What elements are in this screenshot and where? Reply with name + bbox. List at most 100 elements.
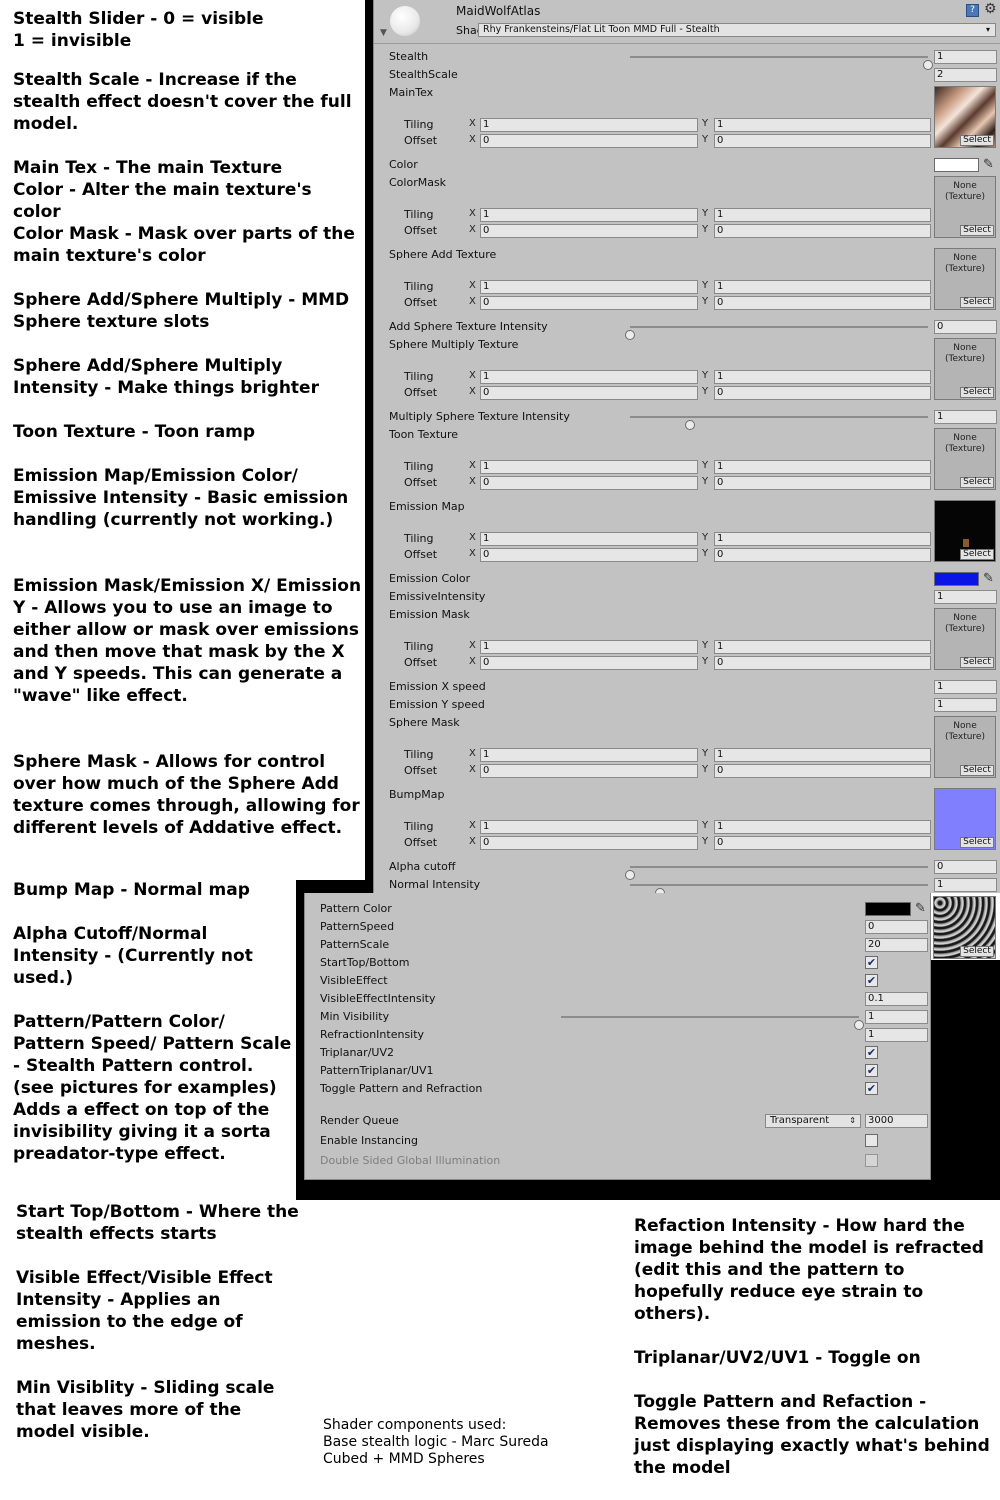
tiling-label: Tiling: [404, 370, 434, 383]
tiling-y-field[interactable]: 1: [714, 208, 931, 222]
emission-x-field[interactable]: 1: [934, 680, 997, 694]
alpha-cutoff-slider[interactable]: [625, 866, 928, 880]
eyedropper-icon[interactable]: ✎: [983, 571, 994, 586]
double-sided-gi-checkbox: [865, 1154, 878, 1167]
start-top-bottom-checkbox[interactable]: ✔: [865, 956, 878, 969]
stealth-value-field[interactable]: 1: [934, 50, 997, 64]
gear-icon[interactable]: ⚙: [984, 1, 997, 17]
offset-y-field[interactable]: 0: [714, 836, 931, 850]
tiling-x-field[interactable]: 1: [480, 748, 698, 762]
tiling-y-field[interactable]: 1: [714, 820, 931, 834]
tiling-y-field[interactable]: 1: [714, 748, 931, 762]
tiling-y-field[interactable]: 1: [714, 640, 931, 654]
foldout-arrow-icon[interactable]: ▼: [380, 28, 387, 38]
note-sphere-mask: Sphere Mask - Allows for control over ho…: [13, 752, 360, 838]
alpha-cutoff-field[interactable]: 0: [934, 860, 997, 874]
visible-effect-checkbox[interactable]: ✔: [865, 974, 878, 987]
tiling-x-field[interactable]: 1: [480, 280, 698, 294]
refraction-intensity-field[interactable]: 1: [865, 1028, 928, 1042]
offset-x-field[interactable]: 0: [480, 548, 698, 562]
pattern-color-swatch[interactable]: [865, 902, 911, 916]
shader-dropdown[interactable]: Rhy Frankensteins/Flat Lit Toon MMD Full…: [478, 23, 996, 37]
offset-label: Offset: [404, 134, 438, 147]
tiling-x-field[interactable]: 1: [480, 460, 698, 474]
pattern-scale-field[interactable]: 20: [865, 938, 928, 952]
eyedropper-icon[interactable]: ✎: [915, 901, 926, 916]
bumpmap-label: BumpMap: [389, 788, 445, 801]
tiling-label: Tiling: [404, 532, 434, 545]
tiling-label: Tiling: [404, 640, 434, 653]
panel-shadow: [296, 1180, 1000, 1200]
slider-thumb[interactable]: [625, 330, 635, 340]
note-main-tex: Main Tex - The main Texture Color - Alte…: [13, 158, 355, 266]
color-swatch[interactable]: [934, 158, 979, 172]
tiling-y-field[interactable]: 1: [714, 532, 931, 546]
x-label: X: [469, 548, 476, 559]
toggle-pattern-checkbox[interactable]: ✔: [865, 1082, 878, 1095]
tiling-label: Tiling: [404, 208, 434, 221]
offset-y-field[interactable]: 0: [714, 134, 931, 148]
pattern-triplanar-checkbox[interactable]: ✔: [865, 1064, 878, 1077]
none-texture-label: None (Texture): [945, 433, 985, 454]
x-label: X: [469, 118, 476, 129]
x-label: X: [469, 370, 476, 381]
offset-y-field[interactable]: 0: [714, 764, 931, 778]
slider-thumb[interactable]: [684, 420, 695, 430]
add-sphere-intensity-field[interactable]: 0: [934, 320, 997, 334]
stealth-slider[interactable]: [630, 56, 933, 70]
stealth-scale-field[interactable]: 2: [934, 68, 997, 82]
offset-x-field[interactable]: 0: [480, 836, 698, 850]
stealth-row: Stealth 1: [374, 48, 1000, 70]
offset-x-field[interactable]: 0: [480, 134, 698, 148]
offset-x-field[interactable]: 0: [480, 386, 698, 400]
add-sphere-intensity-row: Add Sphere Texture Intensity 0: [374, 318, 1000, 340]
offset-y-field[interactable]: 0: [714, 296, 931, 310]
visible-effect-intensity-field[interactable]: 0.1: [865, 992, 928, 1006]
add-sphere-intensity-slider[interactable]: [625, 326, 928, 340]
tiling-x-field[interactable]: 1: [480, 820, 698, 834]
pattern-slot[interactable]: Select: [933, 896, 996, 959]
emission-y-field[interactable]: 1: [934, 698, 997, 712]
tiling-label: Tiling: [404, 820, 434, 833]
eyedropper-icon[interactable]: ✎: [983, 157, 994, 172]
tiling-x-field[interactable]: 1: [480, 208, 698, 222]
tiling-x-field[interactable]: 1: [480, 370, 698, 384]
offset-x-field[interactable]: 0: [480, 224, 698, 238]
render-queue-field[interactable]: 3000: [865, 1114, 928, 1128]
offset-x-field[interactable]: 0: [480, 476, 698, 490]
offset-y-field[interactable]: 0: [714, 386, 931, 400]
triplanar-checkbox[interactable]: ✔: [865, 1046, 878, 1059]
x-label: X: [469, 296, 476, 307]
color-label: Color: [389, 158, 418, 171]
offset-x-field[interactable]: 0: [480, 656, 698, 670]
min-visibility-slider[interactable]: [561, 1016, 864, 1030]
x-label: X: [469, 764, 476, 775]
select-button[interactable]: Select: [960, 946, 994, 957]
tiling-x-field[interactable]: 1: [480, 532, 698, 546]
offset-y-field[interactable]: 0: [714, 656, 931, 670]
tiling-y-field[interactable]: 1: [714, 118, 931, 132]
book-help-icon[interactable]: ?: [966, 4, 979, 17]
offset-x-field[interactable]: 0: [480, 296, 698, 310]
tiling-x-field[interactable]: 1: [480, 118, 698, 132]
multiply-sphere-intensity-slider[interactable]: [630, 416, 928, 430]
min-visibility-field[interactable]: 1: [865, 1010, 928, 1024]
offset-x-field[interactable]: 0: [480, 764, 698, 778]
normal-intensity-field[interactable]: 1: [934, 878, 997, 892]
multiply-sphere-intensity-field[interactable]: 1: [934, 410, 997, 424]
tiling-y-field[interactable]: 1: [714, 460, 931, 474]
normal-intensity-slider[interactable]: [630, 884, 928, 898]
offset-y-field[interactable]: 0: [714, 224, 931, 238]
y-label: Y: [702, 386, 709, 397]
offset-y-field[interactable]: 0: [714, 476, 931, 490]
emissive-intensity-field[interactable]: 1: [934, 590, 997, 604]
render-queue-dropdown[interactable]: Transparent ⇕: [765, 1114, 861, 1128]
offset-row: Offset X 0 Y 0: [374, 654, 1000, 672]
enable-instancing-checkbox[interactable]: [865, 1134, 878, 1147]
offset-y-field[interactable]: 0: [714, 548, 931, 562]
pattern-speed-field[interactable]: 0: [865, 920, 928, 934]
tiling-x-field[interactable]: 1: [480, 640, 698, 654]
tiling-y-field[interactable]: 1: [714, 280, 931, 294]
tiling-y-field[interactable]: 1: [714, 370, 931, 384]
emission-color-swatch[interactable]: [934, 572, 979, 586]
